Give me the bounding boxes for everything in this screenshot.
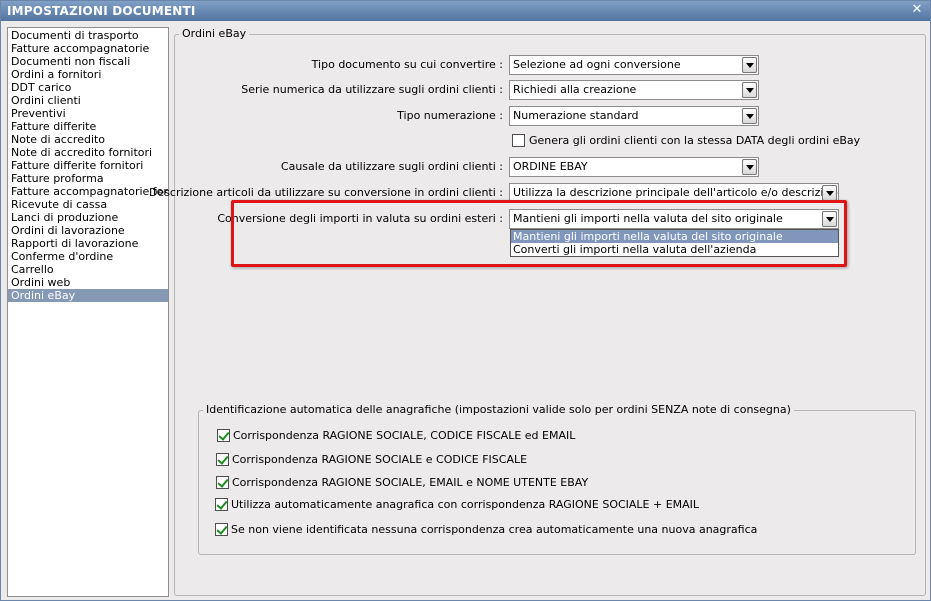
tipo-numerazione-select[interactable]: Numerazione standard [509, 106, 759, 126]
document-type-item[interactable]: Rapporti di lavorazione [8, 237, 168, 250]
tipo-documento-select[interactable]: Selezione ad ogni conversione [509, 55, 759, 75]
document-type-item[interactable]: Ordini di lavorazione [8, 224, 168, 237]
chevron-down-icon[interactable] [742, 57, 757, 73]
settings-window: IMPOSTAZIONI DOCUMENTI ✕ Documenti di tr… [0, 0, 931, 601]
document-type-item[interactable]: Documenti di trasporto [8, 29, 168, 42]
ident-option-0-checkbox[interactable] [217, 429, 230, 442]
document-type-item[interactable]: Ordini a fornitori [8, 68, 168, 81]
stessa-data-checkbox[interactable] [512, 134, 525, 147]
document-type-item[interactable]: Ordini clienti [8, 94, 168, 107]
ident-option-3-checkbox[interactable] [215, 498, 228, 511]
ident-option-2-checkbox[interactable] [216, 476, 229, 489]
ebay-orders-group-label: Ordini eBay [179, 27, 250, 40]
ident-option-3-label: Utilizza automaticamente anagrafica con … [231, 498, 700, 511]
serie-numerica-label: Serie numerica da utilizzare sugli ordin… [241, 83, 503, 96]
title-bar: IMPOSTAZIONI DOCUMENTI ✕ [1, 1, 930, 21]
document-type-item[interactable]: DDT carico [8, 81, 168, 94]
ident-option-1-checkbox[interactable] [216, 453, 229, 466]
document-type-item[interactable]: Documenti non fiscali [8, 55, 168, 68]
ident-option-2-label: Corrispondenza RAGIONE SOCIALE, EMAIL e … [232, 476, 589, 489]
document-type-item[interactable]: Fatture differite [8, 120, 168, 133]
tipo-documento-value: Selezione ad ogni conversione [513, 58, 681, 71]
identification-group-label: Identificazione automatica delle anagraf… [203, 403, 794, 416]
document-type-item[interactable]: Fatture proforma [8, 172, 168, 185]
document-type-item[interactable]: Carrello [8, 263, 168, 276]
document-type-item[interactable]: Lanci di produzione [8, 211, 168, 224]
document-type-item[interactable]: Fatture accompagnatorie [8, 42, 168, 55]
descrizione-articoli-value: Utilizza la descrizione principale dell'… [513, 186, 839, 199]
chevron-down-icon[interactable] [742, 82, 757, 98]
tipo-numerazione-value: Numerazione standard [513, 109, 639, 122]
chevron-down-icon[interactable] [742, 108, 757, 124]
window-title: IMPOSTAZIONI DOCUMENTI [7, 4, 196, 18]
document-type-list[interactable]: Documenti di trasporto Fatture accompagna… [7, 27, 169, 597]
ident-option-1-label: Corrispondenza RAGIONE SOCIALE e CODICE … [232, 453, 528, 466]
descrizione-articoli-label: Descrizione articoli da utilizzare su co… [148, 186, 503, 199]
document-type-item[interactable]: Note di accredito fornitori [8, 146, 168, 159]
ident-option-4-label: Se non viene identificata nessuna corris… [231, 523, 758, 536]
ident-option-0-label: Corrispondenza RAGIONE SOCIALE, CODICE F… [233, 429, 576, 442]
document-type-item[interactable]: Ordini web [8, 276, 168, 289]
serie-numerica-select[interactable]: Richiedi alla creazione [509, 80, 759, 100]
document-type-item[interactable]: Preventivi [8, 107, 168, 120]
chevron-down-icon[interactable] [742, 159, 757, 175]
tipo-numerazione-label: Tipo numerazione : [397, 109, 503, 122]
red-highlight-frame [231, 200, 847, 267]
stessa-data-label: Genera gli ordini clienti con la stessa … [529, 134, 861, 147]
causale-select[interactable]: ORDINE EBAY [509, 157, 759, 177]
document-type-item[interactable]: Fatture accompagnatorie fornitori [8, 185, 168, 198]
causale-value: ORDINE EBAY [513, 160, 588, 173]
document-type-item[interactable]: Ricevute di cassa [8, 198, 168, 211]
document-type-item[interactable]: Fatture differite fornitori [8, 159, 168, 172]
document-type-item[interactable]: Note di accredito [8, 133, 168, 146]
causale-label: Causale da utilizzare sugli ordini clien… [280, 160, 503, 173]
close-icon[interactable]: ✕ [910, 3, 924, 17]
chevron-down-icon[interactable] [822, 185, 837, 201]
serie-numerica-value: Richiedi alla creazione [513, 83, 637, 96]
document-type-item[interactable]: Conferme d'ordine [8, 250, 168, 263]
document-type-item[interactable]: Ordini eBay [8, 289, 168, 302]
ident-option-4-checkbox[interactable] [215, 523, 228, 536]
tipo-documento-label: Tipo documento su cui convertire : [311, 58, 503, 71]
